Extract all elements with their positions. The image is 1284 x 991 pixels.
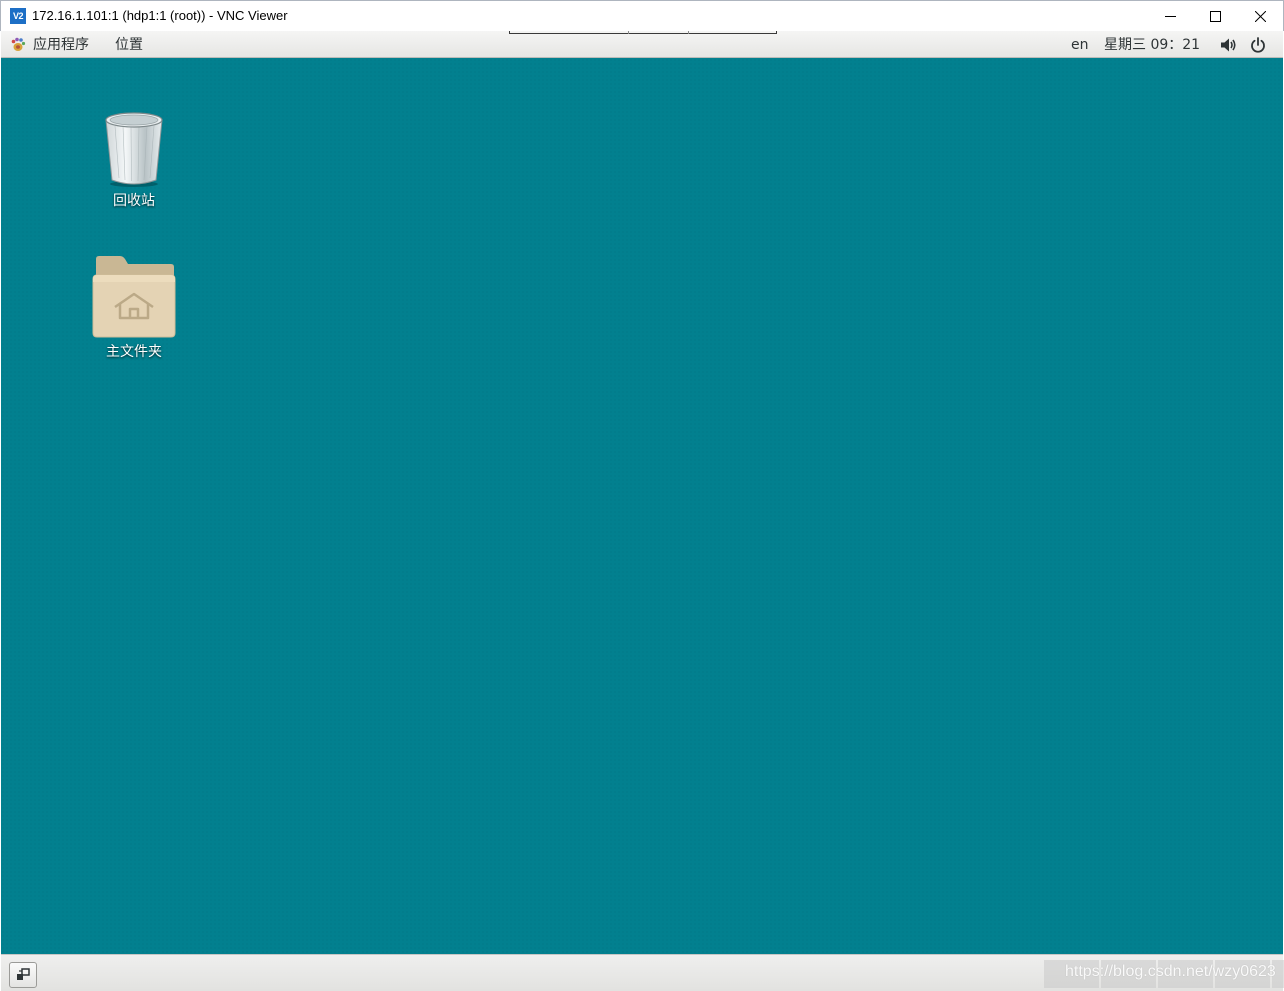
home-folder-icon <box>92 256 176 338</box>
minimize-button[interactable] <box>1147 1 1193 31</box>
maximize-icon <box>1209 10 1221 22</box>
desktop[interactable]: 回收站 主文件夹 <box>1 58 1283 954</box>
home-folder-label: 主文件夹 <box>106 344 162 360</box>
volume-icon <box>1221 38 1236 52</box>
home-folder-desktop-item[interactable]: 主文件夹 <box>84 255 184 361</box>
applications-menu[interactable]: 应用程序 <box>31 34 91 56</box>
places-menu[interactable]: 位置 <box>113 34 145 56</box>
maximize-button[interactable] <box>1192 1 1238 31</box>
volume-button[interactable] <box>1219 35 1239 55</box>
gnome-foot-icon[interactable] <box>10 37 26 53</box>
vnc-viewer-icon[interactable]: V2 <box>10 8 26 24</box>
show-desktop-button[interactable] <box>9 962 37 988</box>
window-titlebar[interactable]: V2 172.16.1.101:1 (hdp1:1 (root)) - VNC … <box>0 0 1284 31</box>
trash-desktop-item[interactable]: 回收站 <box>84 110 184 210</box>
trash-label: 回收站 <box>113 193 155 209</box>
close-button[interactable] <box>1237 1 1283 31</box>
handle-divider <box>628 31 629 34</box>
gnome-top-panel: 应用程序 位置 en 星期三 09：21 <box>1 31 1283 58</box>
power-icon <box>1251 37 1265 53</box>
show-desktop-icon <box>17 968 30 980</box>
clock[interactable]: 星期三 09：21 <box>1102 34 1202 56</box>
vnc-toolbar-handle[interactable] <box>509 31 777 34</box>
power-button[interactable] <box>1248 35 1268 55</box>
watermark: https://blog.csdn.net/wzy0623 <box>1065 963 1276 980</box>
bottom-panel: https://blog.csdn.net/wzy0623 <box>1 954 1284 991</box>
window-title: 172.16.1.101:1 (hdp1:1 (root)) - VNC Vie… <box>32 8 288 23</box>
trash-icon <box>105 112 163 187</box>
minimize-icon <box>1164 15 1176 17</box>
input-language-indicator[interactable]: en <box>1069 34 1091 56</box>
close-icon <box>1254 10 1266 22</box>
handle-divider <box>688 31 689 34</box>
